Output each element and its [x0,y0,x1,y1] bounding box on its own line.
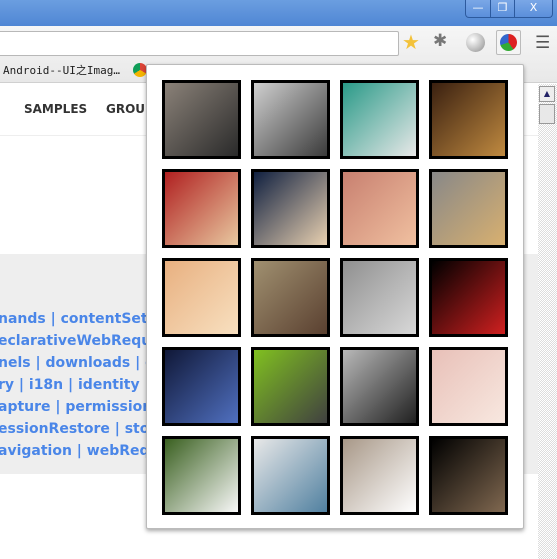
api-link-line[interactable]: avigation | webReque [0,443,169,459]
address-bar[interactable] [0,31,399,56]
photo-thumbnail[interactable] [340,347,419,426]
photo-thumbnail[interactable] [251,436,330,515]
restore-button[interactable]: ❐ [490,0,514,17]
photo-thumbnail[interactable] [162,169,241,248]
menu-icon[interactable]: ☰ [535,33,550,53]
minimize-button[interactable]: — [466,0,490,17]
extension-button[interactable] [496,30,521,55]
bug-icon[interactable]: ✱ [433,31,447,51]
photo-thumbnail[interactable] [251,258,330,337]
photo-thumbnail[interactable] [162,258,241,337]
extension-icon [500,34,517,51]
title-bar: — ❐ X [0,0,557,26]
scrollbar-thumb[interactable] [539,104,555,124]
photo-thumbnail[interactable] [340,169,419,248]
photo-thumbnail[interactable] [429,347,508,426]
scroll-up-arrow-icon[interactable]: ▲ [539,86,555,102]
photo-thumbnail[interactable] [251,169,330,248]
chrome-icon [133,63,147,77]
photo-thumbnail[interactable] [251,80,330,159]
bookmark-item[interactable]: Android--UI之Imag… [3,62,120,78]
photo-thumbnail[interactable] [162,436,241,515]
extension-popup [146,64,524,529]
photo-thumbnail[interactable] [429,80,508,159]
window-controls: — ❐ X [465,0,553,18]
api-link-line[interactable]: nels | downloads | ev [0,355,164,371]
photo-thumbnail[interactable] [340,258,419,337]
photo-thumbnail[interactable] [162,347,241,426]
photo-thumbnail[interactable] [429,436,508,515]
photo-thumbnail[interactable] [251,347,330,426]
photo-thumbnail[interactable] [340,436,419,515]
photo-thumbnail[interactable] [429,169,508,248]
photo-grid [162,80,508,515]
photo-thumbnail[interactable] [429,258,508,337]
close-button[interactable]: X [514,0,552,17]
api-link-line[interactable]: ry | i18n | identity | i [0,377,159,393]
photo-thumbnail[interactable] [162,80,241,159]
photo-thumbnail[interactable] [340,80,419,159]
globe-icon[interactable] [466,33,485,52]
nav-samples[interactable]: SAMPLES [24,102,87,116]
api-link-line[interactable]: apture | permissions [0,399,161,415]
scrollbar[interactable]: ▲ [538,84,557,559]
star-icon[interactable]: ★ [402,30,420,54]
